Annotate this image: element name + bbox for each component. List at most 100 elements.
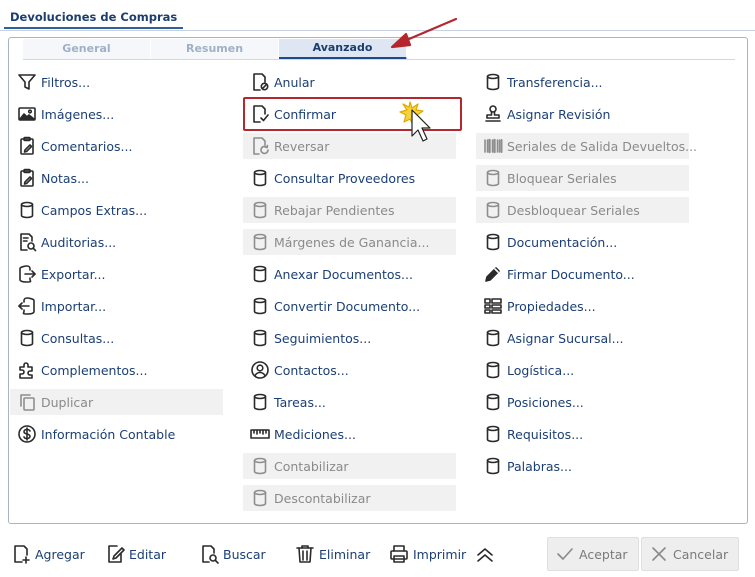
menu-item-requisitos[interactable]: Requisitos... bbox=[476, 421, 689, 447]
menu-item-label: Posiciones... bbox=[507, 394, 584, 410]
menu-item-imagenes[interactable]: Imágenes... bbox=[10, 101, 223, 127]
delete-button[interactable]: Eliminar bbox=[294, 537, 370, 571]
menu-item-logistica[interactable]: Logística... bbox=[476, 357, 689, 383]
barcode-icon bbox=[482, 135, 504, 157]
menu-item-label: Desbloquear Seriales bbox=[507, 202, 640, 218]
delete-label: Eliminar bbox=[319, 546, 371, 562]
ruler-icon bbox=[249, 423, 271, 445]
menu-item-label: Notas... bbox=[41, 170, 89, 186]
menu-item-anexar-documentos[interactable]: Anexar Documentos... bbox=[243, 261, 456, 287]
menu-item-documentacion[interactable]: Documentación... bbox=[476, 229, 689, 255]
menu-item-label: Asignar Sucursal... bbox=[507, 330, 624, 346]
menu-item-label: Mediciones... bbox=[274, 426, 356, 442]
menu-item-bloquear-seriales[interactable]: Bloquear Seriales bbox=[476, 165, 689, 191]
double-chevron-up-icon bbox=[477, 548, 493, 562]
duplicate-icon bbox=[16, 391, 38, 413]
menu-item-rebajar-pendientes[interactable]: Rebajar Pendientes bbox=[243, 197, 456, 223]
menu-item-transferencia[interactable]: Transferencia... bbox=[476, 69, 689, 95]
database-icon bbox=[482, 71, 504, 93]
menu-item-anular[interactable]: Anular bbox=[243, 69, 456, 95]
menu-item-exportar[interactable]: Exportar... bbox=[10, 261, 223, 287]
menu-item-label: Filtros... bbox=[41, 74, 91, 90]
database-icon bbox=[249, 487, 271, 509]
menu-item-label: Anexar Documentos... bbox=[274, 266, 413, 282]
menu-item-label: Comentarios... bbox=[41, 138, 133, 154]
window-title-tab[interactable]: Devoluciones de Compras bbox=[4, 4, 184, 29]
menu-item-label: Contabilizar bbox=[274, 458, 349, 474]
menu-item-consultas[interactable]: Consultas... bbox=[10, 325, 223, 351]
database-icon bbox=[249, 167, 271, 189]
menu-item-contabilizar[interactable]: Contabilizar bbox=[243, 453, 456, 479]
menu-item-desbloquear-seriales[interactable]: Desbloquear Seriales bbox=[476, 197, 689, 223]
menu-item-mediciones[interactable]: Mediciones... bbox=[243, 421, 456, 447]
search-document-icon bbox=[202, 545, 219, 564]
puzzle-icon bbox=[16, 359, 38, 381]
menu-item-campos-extras[interactable]: Campos Extras... bbox=[10, 197, 223, 223]
menu-item-label: Consultar Proveedores bbox=[274, 170, 416, 186]
menu-item-label: Rebajar Pendientes bbox=[274, 202, 395, 218]
funnel-icon bbox=[16, 71, 38, 93]
menu-item-auditorias[interactable]: Auditorias... bbox=[10, 229, 223, 255]
menu-item-propiedades[interactable]: Propiedades... bbox=[476, 293, 689, 319]
menu-item-asignar-sucursal[interactable]: Asignar Sucursal... bbox=[476, 325, 689, 351]
database-icon bbox=[16, 199, 38, 221]
menu-item-label: Asignar Revisión bbox=[507, 106, 611, 122]
export-icon bbox=[16, 263, 38, 285]
arrow-annotation-icon bbox=[388, 16, 460, 52]
title-divider bbox=[0, 30, 755, 31]
menu-item-convertir-documento[interactable]: Convertir Documento... bbox=[243, 293, 456, 319]
menu-item-label: Tareas... bbox=[274, 394, 326, 410]
check-icon bbox=[557, 548, 573, 560]
menu-item-label: Anular bbox=[274, 74, 315, 90]
collapse-button[interactable] bbox=[474, 537, 499, 571]
menu-item-posiciones[interactable]: Posiciones... bbox=[476, 389, 689, 415]
print-button[interactable]: Imprimir bbox=[388, 537, 466, 571]
database-icon bbox=[249, 231, 271, 253]
menu-item-label: Bloquear Seriales bbox=[507, 170, 617, 186]
accept-button[interactable]: Aceptar bbox=[547, 537, 639, 571]
menu-item-contactos[interactable]: Contactos... bbox=[243, 357, 456, 383]
database-icon bbox=[249, 391, 271, 413]
menu-item-duplicar[interactable]: Duplicar bbox=[10, 389, 223, 415]
menu-item-informacion-contable[interactable]: Información Contable bbox=[10, 421, 223, 447]
menu-item-label: Logística... bbox=[507, 362, 575, 378]
menu-item-tareas[interactable]: Tareas... bbox=[243, 389, 456, 415]
tab-resumen[interactable]: Resumen bbox=[151, 39, 279, 60]
subtab-bar: General Resumen Avanzado bbox=[23, 39, 407, 60]
menu-item-filtros[interactable]: Filtros... bbox=[10, 69, 223, 95]
user-circle-icon bbox=[249, 359, 271, 381]
cancel-button[interactable]: Cancelar bbox=[641, 537, 740, 571]
menu-item-label: Requisitos... bbox=[507, 426, 584, 442]
search-button[interactable]: Buscar bbox=[198, 537, 266, 571]
menu-item-consultar-proveedores[interactable]: Consultar Proveedores bbox=[243, 165, 456, 191]
import-icon bbox=[16, 295, 38, 317]
edit-button[interactable]: Editar bbox=[104, 537, 166, 571]
menu-item-seriales-de-salida-devueltos[interactable]: Seriales de Salida Devueltos... bbox=[476, 133, 697, 159]
menu-item-importar[interactable]: Importar... bbox=[10, 293, 223, 319]
menu-item-label: Seguimientos... bbox=[274, 330, 372, 346]
add-button[interactable]: Agregar bbox=[10, 537, 85, 571]
cancel-label: Cancelar bbox=[673, 546, 729, 562]
database-icon bbox=[249, 295, 271, 317]
menu-item-comentarios[interactable]: Comentarios... bbox=[10, 133, 223, 159]
menu-item-palabras[interactable]: Palabras... bbox=[476, 453, 689, 479]
menu-item-label: Duplicar bbox=[41, 394, 94, 410]
database-icon bbox=[249, 327, 271, 349]
database-icon bbox=[482, 423, 504, 445]
menu-item-descontabilizar[interactable]: Descontabilizar bbox=[243, 485, 456, 511]
database-icon bbox=[16, 327, 38, 349]
menu-item-notas[interactable]: Notas... bbox=[10, 165, 223, 191]
menu-item-asignar-revision[interactable]: Asignar Revisión bbox=[476, 101, 689, 127]
menu-item-complementos[interactable]: Complementos... bbox=[10, 357, 223, 383]
add-document-icon bbox=[14, 545, 30, 564]
menu-item-firmar-documento[interactable]: Firmar Documento... bbox=[476, 261, 689, 287]
menu-item-seguimientos[interactable]: Seguimientos... bbox=[243, 325, 456, 351]
menu-item-margenes-de-ganancia[interactable]: Márgenes de Ganancia... bbox=[243, 229, 456, 255]
accept-label: Aceptar bbox=[579, 546, 628, 562]
printer-icon bbox=[390, 545, 408, 563]
close-icon bbox=[652, 547, 666, 561]
database-icon bbox=[482, 327, 504, 349]
menu-item-label: Descontabilizar bbox=[274, 490, 371, 506]
tab-general[interactable]: General bbox=[23, 39, 151, 60]
database-icon bbox=[482, 359, 504, 381]
